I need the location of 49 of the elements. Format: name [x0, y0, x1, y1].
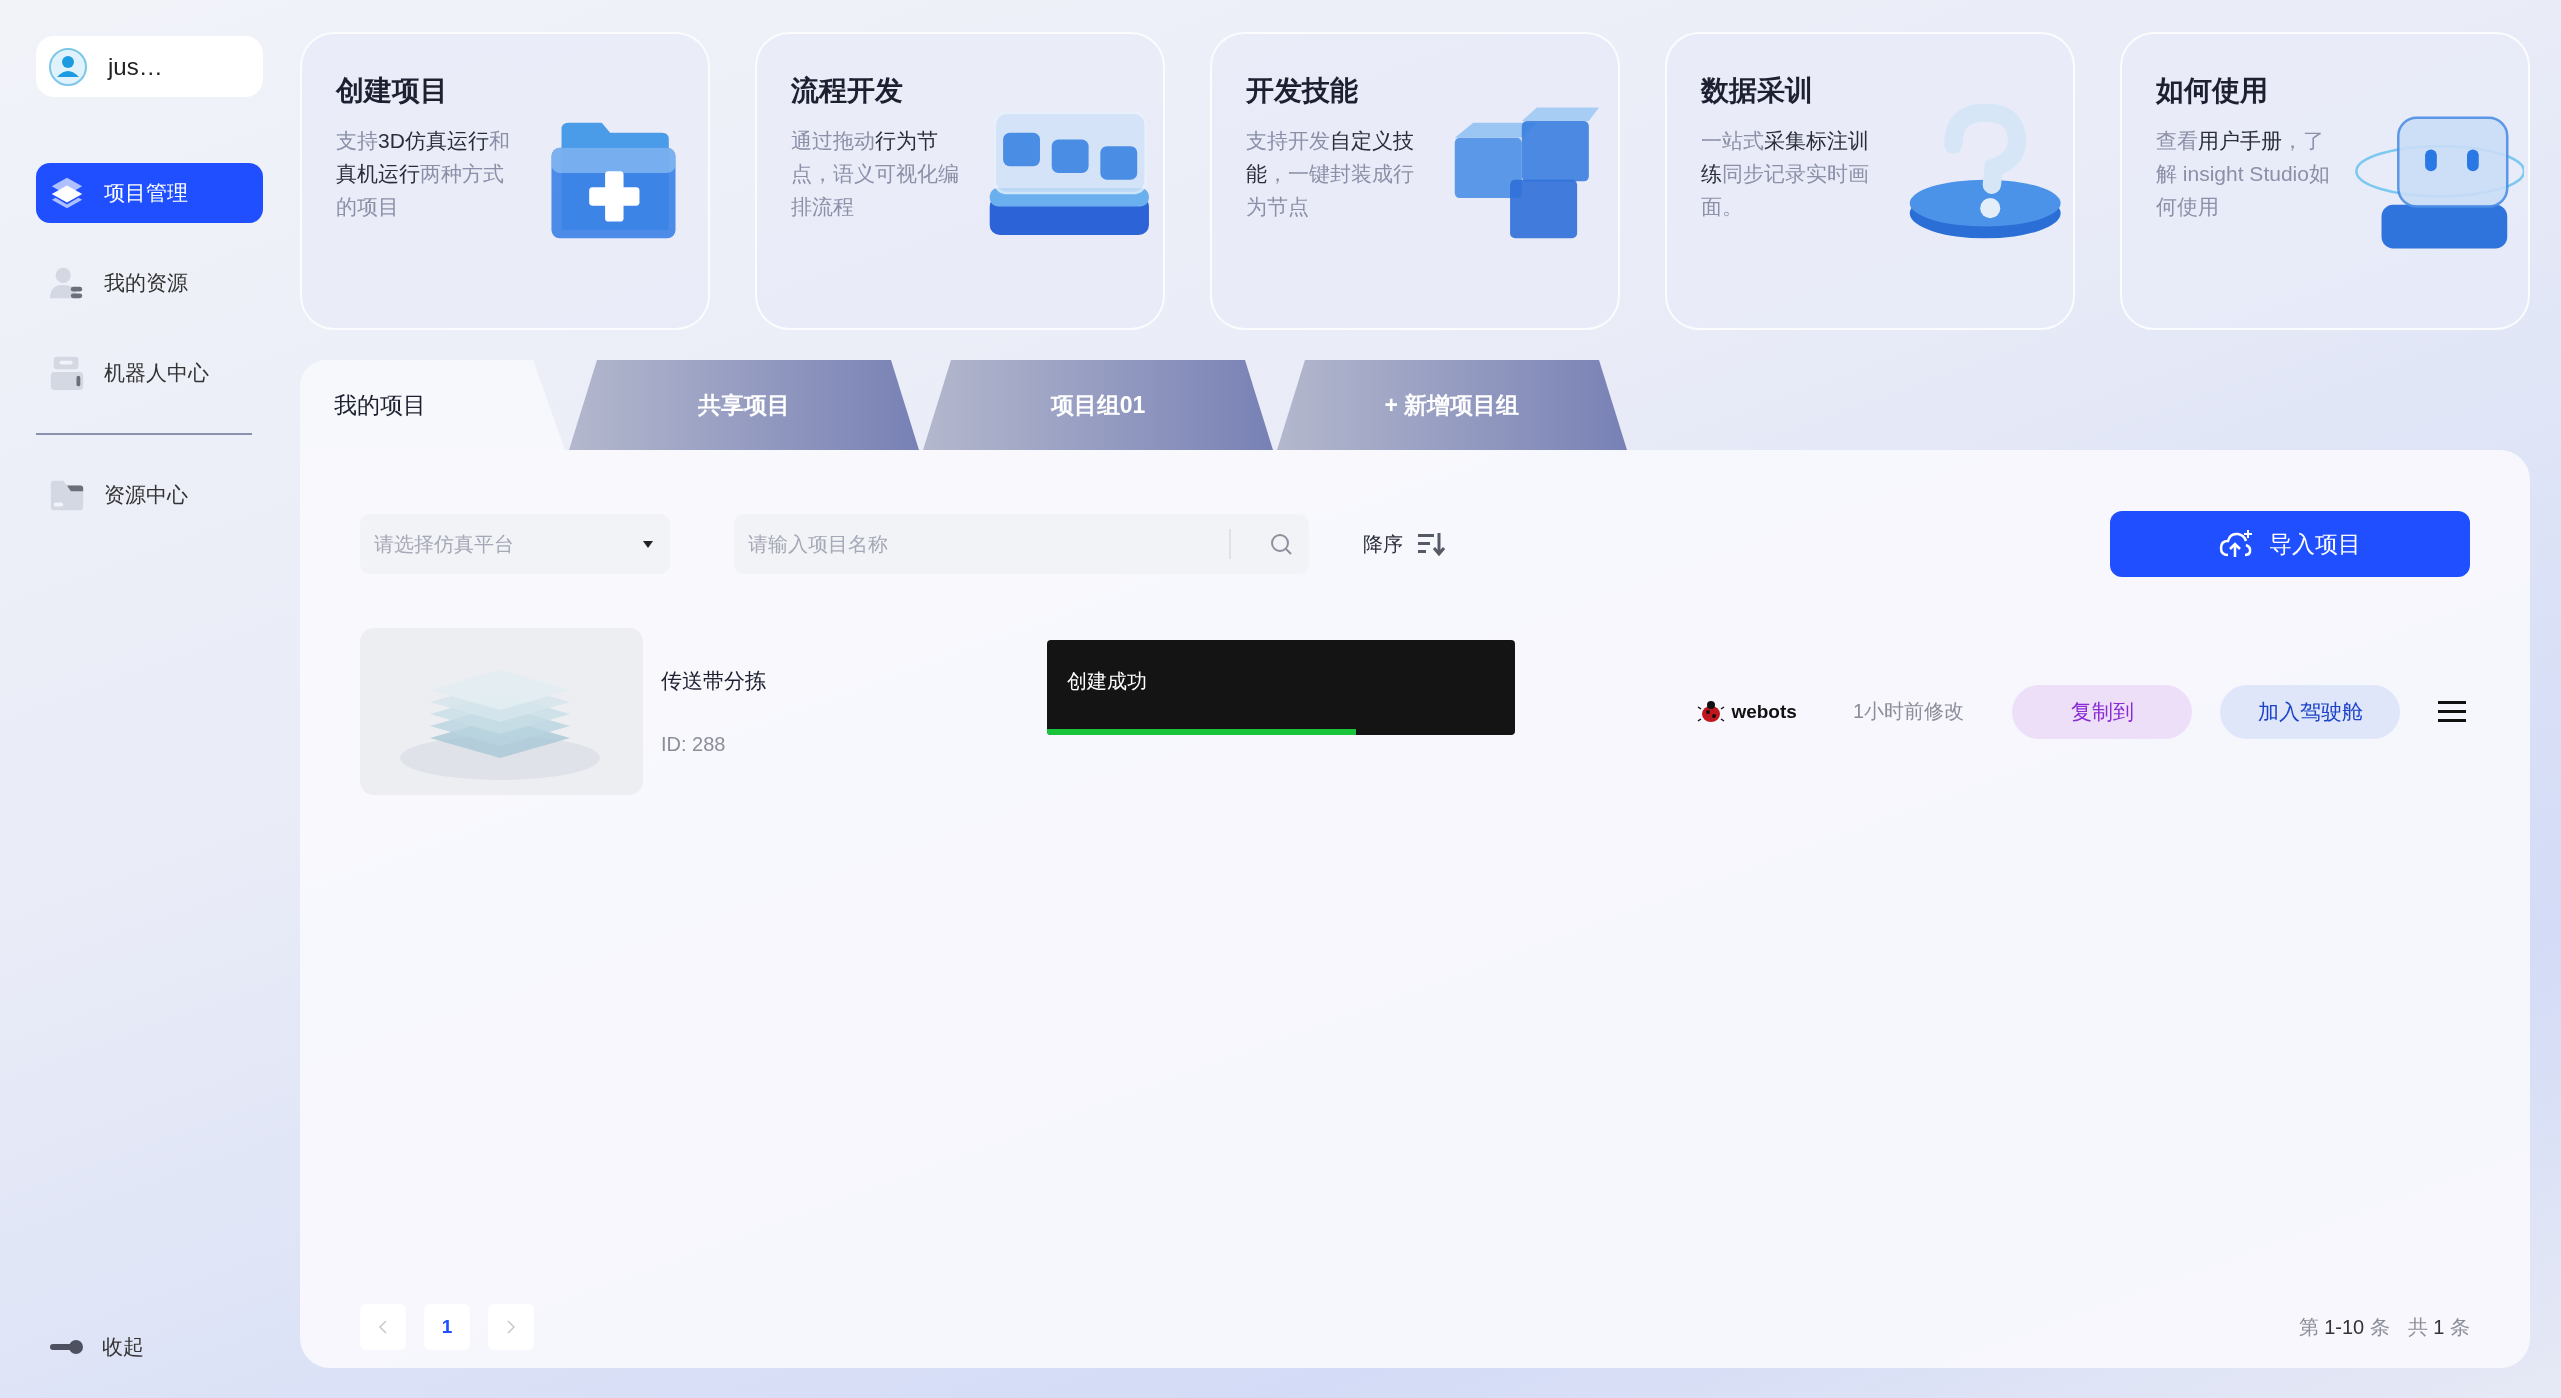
collapse-button[interactable]: 收起: [36, 1332, 150, 1362]
project-title: 传送带分拣: [661, 668, 766, 694]
previous-page-button[interactable]: [360, 1304, 406, 1350]
engine-name: webots: [1731, 700, 1797, 723]
cloud-upload-icon: [2219, 529, 2253, 559]
action-button[interactable]: 复制到: [2012, 684, 2192, 739]
sidebar-item[interactable]: 资源中心: [36, 465, 263, 525]
page-range: 第 1-10 条: [2298, 1314, 2390, 1340]
next-page-button[interactable]: [488, 1304, 534, 1350]
modified-time: 1小时前修改: [1852, 699, 1964, 724]
feature-card[interactable]: 数据采训 一站式采集标注训练同步记录实时画面。: [1665, 32, 2075, 330]
toast-message: 创建成功: [1067, 670, 1147, 692]
total-count: 共 1 条: [2407, 1314, 2470, 1340]
sidebar-item[interactable]: 机器人中心: [36, 343, 263, 403]
feature-card[interactable]: 流程开发 通过拖动行为节 点，语义可视化编排流程: [755, 32, 1165, 330]
feature-card[interactable]: 创建项目 支持3D仿真运行和 真机运行两种方式的项目: [300, 32, 710, 330]
card-title: 流程开发: [791, 74, 903, 108]
card-description: 支持3D仿真运行和 真机运行两种方式的项目: [336, 128, 511, 220]
platform-select[interactable]: 请选择仿真平台: [360, 514, 670, 574]
chevron-left-icon: [378, 1320, 388, 1334]
menu-icon: [2438, 699, 2466, 724]
card-title: 创建项目: [336, 74, 448, 108]
card-title: 数据采训: [1701, 74, 1813, 108]
card-description: 一站式采集标注训练同步记录实时画面。: [1701, 128, 1870, 220]
sort-button[interactable]: 降序: [1357, 529, 1451, 559]
ladybug-icon: [1697, 698, 1726, 725]
feature-card[interactable]: 开发技能 支持开发自定义技能，一键封装成行为节点: [1210, 32, 1620, 330]
caret-icon: [642, 539, 654, 550]
sort-icon: [1417, 531, 1445, 557]
action-button[interactable]: 加入驾驶舱: [2220, 684, 2400, 739]
card-description: 支持开发自定义技能，一键封装成行为节点: [1246, 128, 1415, 220]
user-chip[interactable]: jus…: [36, 36, 263, 97]
search-icon: [1269, 532, 1293, 556]
feature-card[interactable]: 如何使用 查看用户手册，了解 insight Studio如何使用: [2120, 32, 2530, 330]
project-id: ID: 288: [661, 733, 726, 756]
sidebar-item[interactable]: 我的资源: [36, 253, 263, 313]
tab[interactable]: 我的项目: [300, 360, 565, 450]
import-button[interactable]: 导入项目: [2110, 511, 2470, 577]
sidebar-item[interactable]: 项目管理: [36, 163, 263, 223]
page-button[interactable]: 1: [424, 1304, 470, 1350]
card-title: 如何使用: [2156, 74, 2268, 108]
chevron-right-icon: [506, 1320, 516, 1334]
card-title: 开发技能: [1246, 74, 1358, 108]
avatar-icon: [48, 46, 88, 87]
card-description: 通过拖动行为节 点，语义可视化编排流程: [791, 128, 960, 220]
card-description: 查看用户手册，了解 insight Studio如何使用: [2156, 128, 2331, 220]
robot-icon: [48, 354, 86, 392]
user-name: jus…: [108, 52, 163, 81]
search-field[interactable]: 请输入项目名称: [734, 514, 1309, 574]
